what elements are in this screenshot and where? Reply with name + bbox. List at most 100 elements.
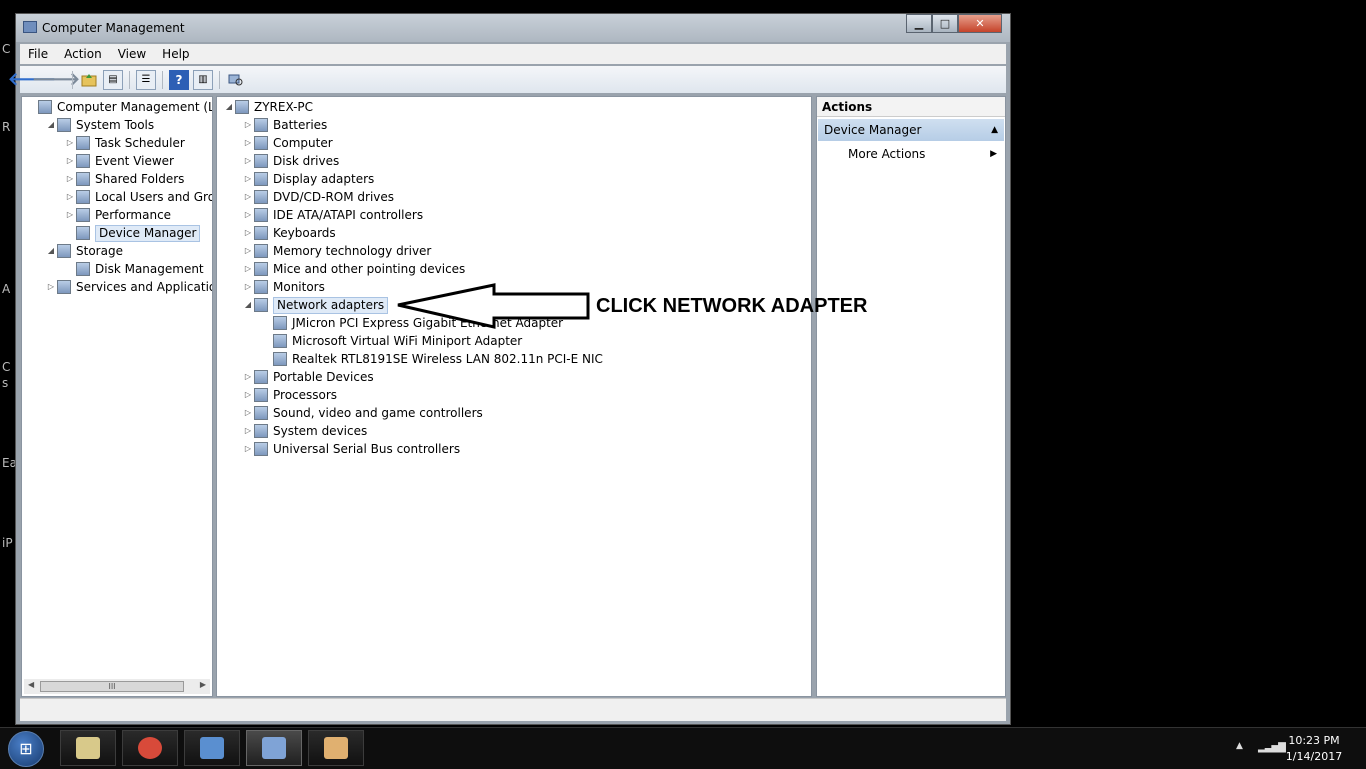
collapse-caret-icon[interactable]: ▲ [991,119,998,141]
tree-item-label: DVD/CD-ROM drives [273,190,395,204]
tree-item[interactable]: Realtek RTL8191SE Wireless LAN 802.11n P… [261,350,603,368]
tree-item[interactable]: ▷ Portable Devices [242,368,374,386]
expanded-arrow-icon[interactable]: ◢ [242,296,254,314]
collapsed-arrow-icon[interactable]: ▷ [64,188,76,206]
collapsed-arrow-icon[interactable]: ▷ [242,224,254,242]
show-hidden-icons-icon[interactable]: ▲ [1236,741,1243,751]
scroll-left-arrow[interactable]: ◀ [28,680,34,689]
network-signal-icon[interactable]: ▂▃▅▇ [1258,742,1286,753]
tree-item[interactable]: ▷ Local Users and Groups [64,188,212,206]
tree-item[interactable]: ▷ Display adapters [242,170,374,188]
show-hide-action-pane-icon[interactable]: ▥ [193,69,213,90]
collapsed-arrow-icon[interactable]: ▷ [242,404,254,422]
collapsed-arrow-icon[interactable]: ▷ [242,422,254,440]
horizontal-scrollbar[interactable]: ◀ III ▶ [24,679,210,694]
collapsed-arrow-icon[interactable]: ▷ [242,260,254,278]
computer-icon [235,100,249,114]
title-bar[interactable]: Computer Management ▁ □ ✕ [16,14,1010,42]
collapsed-arrow-icon[interactable]: ▷ [64,206,76,224]
properties-icon[interactable]: ☰ [136,69,156,90]
tree-item[interactable]: ◢ ZYREX-PC [223,98,313,116]
expanded-arrow-icon[interactable]: ◢ [45,116,57,134]
tree-item[interactable]: ▷ Sound, video and game controllers [242,404,483,422]
network-adapter-icon [273,334,287,348]
tree-item[interactable]: ▷ IDE ATA/ATAPI controllers [242,206,423,224]
collapsed-arrow-icon[interactable]: ▷ [242,440,254,458]
collapsed-arrow-icon[interactable]: ▷ [242,134,254,152]
tree-item-label: Event Viewer [95,154,174,168]
collapsed-arrow-icon[interactable]: ▷ [242,116,254,134]
forward-arrow-icon[interactable]: 🡒 [32,69,80,90]
taskbar-explorer-button[interactable] [60,730,116,766]
taskbar-control-panel-button[interactable] [184,730,240,766]
performance-icon [76,208,90,222]
collapsed-arrow-icon[interactable]: ▷ [242,278,254,296]
collapsed-arrow-icon[interactable]: ▷ [242,152,254,170]
scroll-right-arrow[interactable]: ▶ [200,680,206,689]
menu-view[interactable]: View [110,47,154,61]
tree-item-label: Microsoft Virtual WiFi Miniport Adapter [292,334,523,348]
tree-item[interactable]: ▷ Event Viewer [64,152,174,170]
expanded-arrow-icon[interactable]: ◢ [223,98,235,116]
collapsed-arrow-icon[interactable]: ▷ [64,170,76,188]
start-button[interactable]: ⊞ [8,731,44,767]
collapsed-arrow-icon[interactable]: ▷ [45,278,57,296]
storage-icon [57,244,71,258]
tree-item[interactable]: ▷ Monitors [242,278,325,296]
actions-section-label: Device Manager [824,123,922,137]
show-hide-console-tree-icon[interactable]: ▤ [103,69,123,90]
tree-item[interactable]: Computer Management (Local [26,98,212,116]
collapsed-arrow-icon[interactable]: ▷ [242,188,254,206]
tree-item[interactable]: ▷ Batteries [242,116,327,134]
tree-item[interactable]: Device Manager [64,224,201,242]
scrollbar-thumb[interactable]: III [40,681,184,692]
collapsed-arrow-icon[interactable]: ▷ [242,386,254,404]
tree-item[interactable]: ▷ Universal Serial Bus controllers [242,440,460,458]
taskbar-chrome-button[interactable] [122,730,178,766]
tree-item-label: Task Scheduler [95,136,185,150]
tree-item[interactable]: ▷ Performance [64,206,171,224]
collapsed-arrow-icon[interactable]: ▷ [242,206,254,224]
collapsed-arrow-icon[interactable]: ▷ [64,152,76,170]
taskbar-computer-management-button[interactable] [246,730,302,766]
up-folder-icon[interactable] [79,70,99,90]
tree-item[interactable]: ▷ Task Scheduler [64,134,185,152]
actions-section-device-manager[interactable]: Device Manager ▲ [818,119,1004,141]
tree-item[interactable]: ▷ DVD/CD-ROM drives [242,188,394,206]
close-button[interactable]: ✕ [958,14,1002,33]
scan-hardware-icon[interactable] [226,70,246,90]
computer-management-icon [23,21,37,33]
taskbar-paint-button[interactable] [308,730,364,766]
help-icon[interactable]: ? [169,69,189,90]
tree-item[interactable]: ◢ Storage [45,242,123,260]
tree-item[interactable]: ▷ System devices [242,422,367,440]
tree-item[interactable]: ◢ System Tools [45,116,154,134]
device-tree-pane: ◢ ZYREX-PC ▷ Batteries ▷ Computer ▷ Disk drives… [216,96,812,697]
collapsed-arrow-icon[interactable]: ▷ [64,134,76,152]
tree-item[interactable]: ▷ Processors [242,386,337,404]
tree-item[interactable]: ▷ Keyboards [242,224,336,242]
tree-item[interactable]: ◢ Network adapters [242,296,389,314]
tree-item[interactable]: ▷ Mice and other pointing devices [242,260,465,278]
system-clock[interactable]: 10:23 PM 1/14/2017 [1284,733,1344,765]
tree-item[interactable]: Disk Management [64,260,204,278]
maximize-button[interactable]: □ [932,14,958,33]
keyboard-icon [254,226,268,240]
collapsed-arrow-icon[interactable]: ▷ [242,242,254,260]
more-actions-item[interactable]: More Actions [848,145,925,163]
collapsed-arrow-icon[interactable]: ▷ [242,170,254,188]
menu-file[interactable]: File [20,47,56,61]
menu-help[interactable]: Help [154,47,197,61]
tree-item[interactable]: ▷ Services and Applications [45,278,212,296]
tree-item-label: Realtek RTL8191SE Wireless LAN 802.11n P… [292,352,603,366]
expanded-arrow-icon[interactable]: ◢ [45,242,57,260]
menu-action[interactable]: Action [56,47,110,61]
minimize-button[interactable]: ▁ [906,14,932,33]
tree-item[interactable]: ▷ Shared Folders [64,170,184,188]
tree-item[interactable]: ▷ Memory technology driver [242,242,431,260]
collapsed-arrow-icon[interactable]: ▷ [242,368,254,386]
tree-item[interactable]: ▷ Computer [242,134,333,152]
tree-item[interactable]: Microsoft Virtual WiFi Miniport Adapter [261,332,522,350]
desktop-icon-label: s [2,376,9,390]
tree-item[interactable]: ▷ Disk drives [242,152,339,170]
